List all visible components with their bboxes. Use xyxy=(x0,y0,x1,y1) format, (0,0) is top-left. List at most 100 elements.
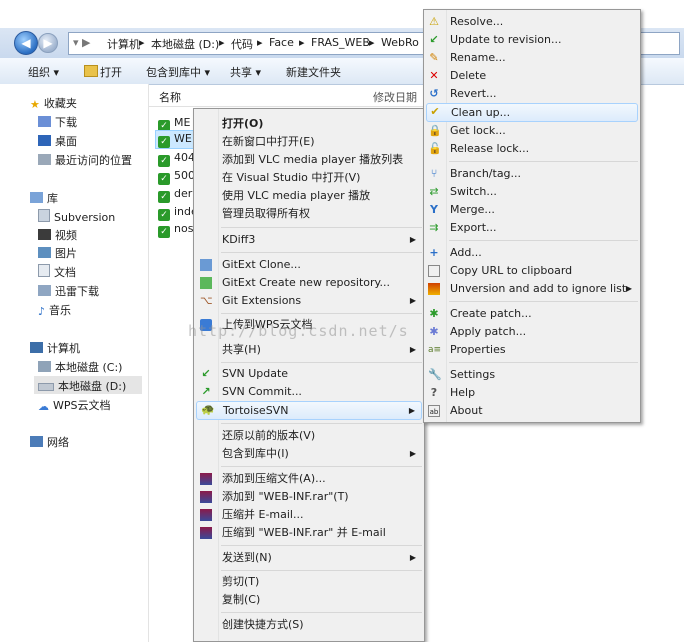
file-item[interactable]: ✓ 500 xyxy=(158,169,195,185)
menu-open[interactable]: 打开(O) xyxy=(194,115,424,133)
svn-properties[interactable]: a≡ Properties xyxy=(424,341,640,359)
menu-wps-upload[interactable]: 上传到WPS云文档 xyxy=(194,316,424,334)
xunlei-download-icon xyxy=(38,285,51,296)
menu-gitext-create[interactable]: GitExt Create new repository... xyxy=(194,274,424,292)
subversion-library-icon xyxy=(38,209,50,222)
drive-c-icon xyxy=(38,361,51,372)
nav-music[interactable]: ♪ 音乐 xyxy=(38,302,71,318)
crumb-drive-d[interactable]: 本地磁盘 (D:) xyxy=(151,36,219,52)
menu-cut[interactable]: 剪切(T) xyxy=(194,573,424,591)
menu-compress-email[interactable]: 压缩并 E-mail... xyxy=(194,506,424,524)
resolve-icon: ⚠ xyxy=(429,15,439,28)
menu-add-rar[interactable]: 添加到 "WEB-INF.rar"(T) xyxy=(194,488,424,506)
svn-about[interactable]: ab About xyxy=(424,402,640,420)
menu-create-shortcut[interactable]: 创建快捷方式(S) xyxy=(194,616,424,634)
nav-documents[interactable]: 文档 xyxy=(38,264,76,280)
menu-add-archive[interactable]: 添加到压缩文件(A)... xyxy=(194,470,424,488)
winrar-icon xyxy=(200,509,212,521)
menu-admin-owner[interactable]: 管理员取得所有权 xyxy=(194,205,424,223)
crumb-webroot[interactable]: WebRo xyxy=(381,36,419,49)
svn-create-patch[interactable]: ✱ Create patch... xyxy=(424,305,640,323)
file-item[interactable]: ✓ nos xyxy=(158,222,193,238)
nav-recent[interactable]: 最近访问的位置 xyxy=(38,152,132,168)
file-item[interactable]: ✓ inde xyxy=(158,205,198,221)
nav-xunlei[interactable]: 迅雷下载 xyxy=(38,283,99,299)
menu-vlc-play[interactable]: 使用 VLC media player 播放 xyxy=(194,187,424,205)
svn-export[interactable]: ⇉ Export... xyxy=(424,219,640,237)
svn-release-lock[interactable]: 🔓 Release lock... xyxy=(424,140,640,158)
svn-apply-patch[interactable]: ✱ Apply patch... xyxy=(424,323,640,341)
menu-gitext-clone[interactable]: GitExt Clone... xyxy=(194,256,424,274)
menu-kdiff[interactable]: KDiff3 ▶ xyxy=(194,231,424,249)
menu-svn-commit[interactable]: ↗ SVN Commit... xyxy=(194,383,424,401)
file-item[interactable]: ✓ 404 xyxy=(158,151,195,167)
submenu-arrow-icon: ▶ xyxy=(409,449,416,458)
svn-revert[interactable]: ↺ Revert... xyxy=(424,85,640,103)
svn-cleanup[interactable]: ✔ Clean up... xyxy=(426,103,638,122)
nav-desktop[interactable]: 桌面 xyxy=(38,133,77,149)
include-library-button[interactable]: 包含到库中 ▾ xyxy=(146,64,210,80)
videos-icon xyxy=(38,229,51,240)
nav-computer[interactable]: 计算机 xyxy=(30,340,80,356)
svn-settings[interactable]: 🔧 Settings xyxy=(424,366,640,384)
menu-vs-open[interactable]: 在 Visual Studio 中打开(V) xyxy=(194,169,424,187)
svn-help[interactable]: ? Help xyxy=(424,384,640,402)
menu-compress-rar-email[interactable]: 压缩到 "WEB-INF.rar" 并 E-mail xyxy=(194,524,424,542)
nav-favorites[interactable]: ★ 收藏夹 xyxy=(30,95,77,111)
svn-resolve[interactable]: ⚠ Resolve... xyxy=(424,13,640,31)
share-button[interactable]: 共享 ▾ xyxy=(230,64,261,80)
context-menu: 打开(O) 在新窗口中打开(E) 添加到 VLC media player 播放… xyxy=(193,108,425,642)
winrar-icon xyxy=(200,527,212,539)
menu-open-new-window[interactable]: 在新窗口中打开(E) xyxy=(194,133,424,151)
svn-copy-url[interactable]: Copy URL to clipboard xyxy=(424,262,640,280)
svn-delete[interactable]: ✕ Delete xyxy=(424,67,640,85)
submenu-arrow-icon: ▶ xyxy=(409,296,416,305)
crumb-fras-web[interactable]: FRAS_WEB xyxy=(311,36,370,49)
crumb-computer[interactable]: 计算机 xyxy=(107,36,140,52)
menu-include-library[interactable]: 包含到库中(I) ▶ xyxy=(194,445,424,463)
nav-libraries[interactable]: 库 xyxy=(30,190,58,206)
svn-unversion-ignore[interactable]: Unversion and add to ignore list ▶ xyxy=(424,280,640,298)
menu-share[interactable]: 共享(H) ▶ xyxy=(194,341,424,359)
column-header: 名称 修改日期 xyxy=(149,84,429,107)
crumb-face[interactable]: Face xyxy=(269,36,294,49)
nav-pictures[interactable]: 图片 xyxy=(38,245,77,261)
menu-svn-update[interactable]: ↙ SVN Update xyxy=(194,365,424,383)
star-icon: ★ xyxy=(30,98,40,111)
back-arrow-icon[interactable]: ◀ xyxy=(14,31,38,55)
svn-update-revision[interactable]: ↙ Update to revision... xyxy=(424,31,640,49)
svn-branch-tag[interactable]: ⑂ Branch/tag... xyxy=(424,165,640,183)
properties-icon: a≡ xyxy=(428,345,442,355)
forward-arrow-icon[interactable]: ▶ xyxy=(38,33,58,53)
file-item[interactable]: ✓ der xyxy=(158,187,192,203)
nav-wps[interactable]: ☁ WPS云文档 xyxy=(38,397,111,413)
git-extensions-icon: ⌥ xyxy=(200,294,213,307)
tortoise-icon: 🐢 xyxy=(201,403,215,416)
open-button[interactable]: 打开 xyxy=(100,64,122,80)
organize-button[interactable]: 组织 ▾ xyxy=(28,64,59,80)
col-modified[interactable]: 修改日期 xyxy=(373,89,417,105)
menu-vlc-add[interactable]: 添加到 VLC media player 播放列表 xyxy=(194,151,424,169)
svn-get-lock[interactable]: 🔒 Get lock... xyxy=(424,122,640,140)
nav-videos[interactable]: 视频 xyxy=(38,227,77,243)
new-folder-button[interactable]: 新建文件夹 xyxy=(286,64,341,80)
col-name[interactable]: 名称 xyxy=(159,89,181,105)
crumb-code[interactable]: 代码 xyxy=(231,36,253,52)
svn-switch[interactable]: ⇄ Switch... xyxy=(424,183,640,201)
nav-downloads[interactable]: 下载 xyxy=(38,114,77,130)
svn-merge[interactable]: Y Merge... xyxy=(424,201,640,219)
svn-add[interactable]: + Add... xyxy=(424,244,640,262)
nav-drive-d[interactable]: 本地磁盘 (D:) xyxy=(38,378,126,394)
menu-send-to[interactable]: 发送到(N) ▶ xyxy=(194,549,424,567)
nav-drive-c[interactable]: 本地磁盘 (C:) xyxy=(38,359,122,375)
menu-git-extensions[interactable]: ⌥ Git Extensions ▶ xyxy=(194,292,424,310)
nav-network[interactable]: 网络 xyxy=(30,434,69,450)
menu-tortoisesvn[interactable]: 🐢 TortoiseSVN ▶ xyxy=(196,401,422,420)
menu-restore[interactable]: 还原以前的版本(V) xyxy=(194,427,424,445)
menu-copy[interactable]: 复制(C) xyxy=(194,591,424,609)
recent-places-icon xyxy=(38,154,51,165)
file-item-selected[interactable]: ✓ WE xyxy=(158,132,192,148)
svn-rename[interactable]: ✎ Rename... xyxy=(424,49,640,67)
folder-icon: ▾ ▶ xyxy=(73,36,91,49)
nav-subversion[interactable]: Subversion xyxy=(38,209,115,224)
